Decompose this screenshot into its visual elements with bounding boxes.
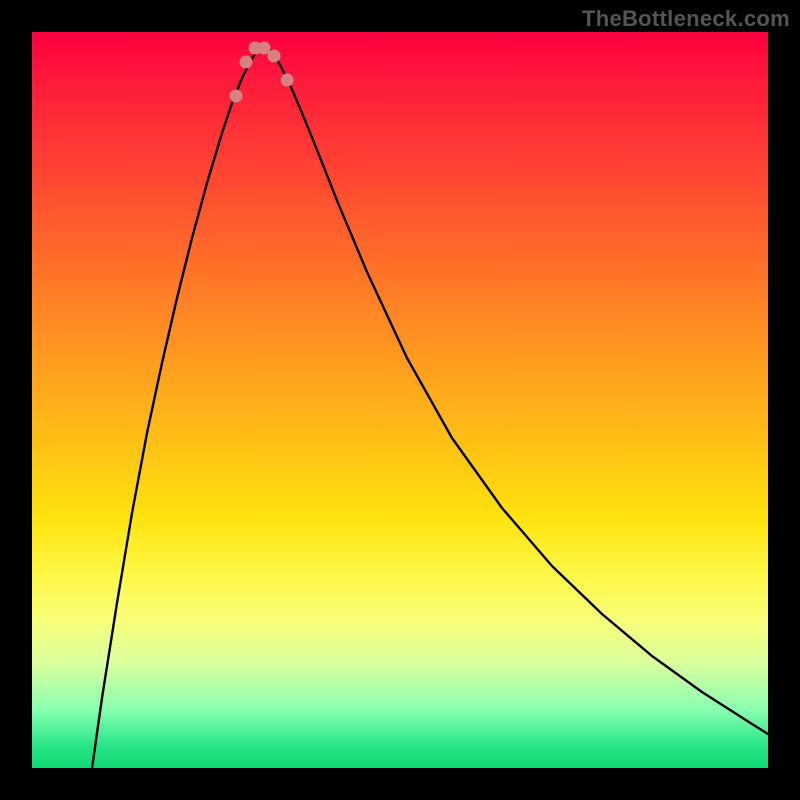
highlight-marker: [230, 90, 243, 103]
bottleneck-curve: [92, 46, 768, 768]
highlight-marker: [240, 56, 253, 69]
highlight-marker: [268, 50, 281, 63]
chart-svg: [32, 32, 768, 768]
attribution-text: TheBottleneck.com: [582, 6, 790, 32]
chart-plot-area: [32, 32, 768, 768]
highlight-marker: [281, 74, 294, 87]
